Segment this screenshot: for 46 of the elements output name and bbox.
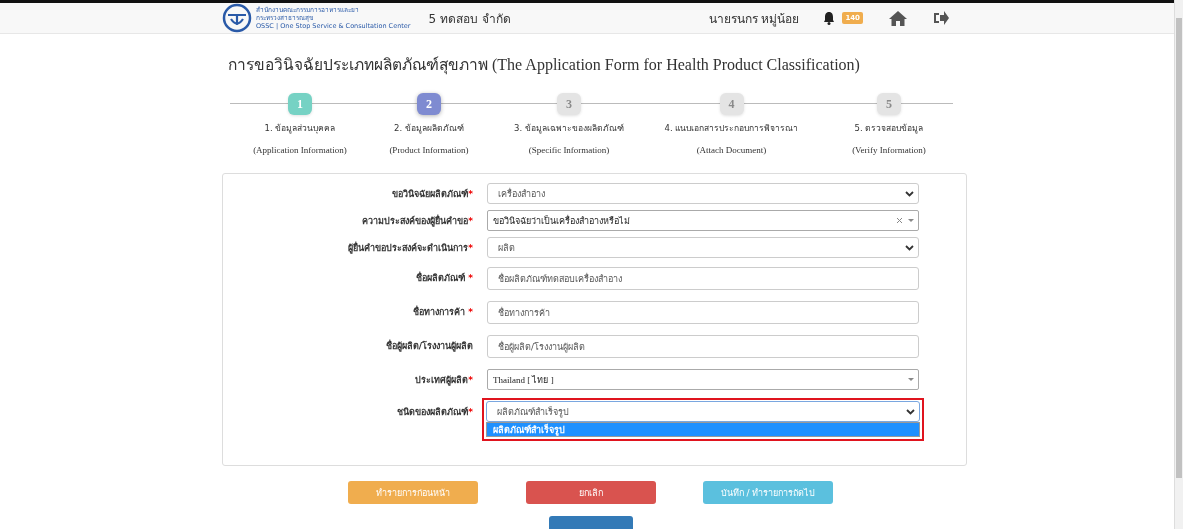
step-sublabel: (Specific Information) — [528, 145, 610, 155]
field-label: ผู้ยื่นคำขอประสงค์จะดำเนินการ* — [347, 240, 473, 255]
page-title: การขอวินิจฉัยประเภทผลิตภัณฑ์สุขภาพ (The Application Form for Health Product Classification) — [228, 55, 861, 77]
step-sublabel: (Attach Document) — [696, 145, 767, 155]
text-field[interactable]: ชื่อผลิตภัณฑ์ทดสอบเครื่องสำอาง — [487, 267, 919, 290]
select-field[interactable]: ผลิต — [487, 237, 919, 258]
step-number[interactable]: 4 — [719, 93, 744, 115]
logo-icon — [222, 3, 252, 33]
step-sublabel: (Product Information) — [389, 145, 469, 155]
company-name: 5 ทดสอบ จำกัด — [428, 10, 511, 28]
bell-icon[interactable] — [823, 11, 836, 25]
caret-down-icon — [908, 219, 914, 222]
text-field[interactable]: ชื่อผู้ผลิต/โรงงานผู้ผลิต — [487, 335, 919, 358]
chevron-down-icon — [905, 190, 914, 197]
field-label: ชื่อทางการค้า * — [412, 304, 473, 319]
select-field[interactable]: ผลิตภัณฑ์สำเร็จรูป — [486, 401, 920, 422]
step-label: 2. ข้อมูลผลิตภัณฑ์ — [394, 122, 464, 135]
combo-field[interactable]: ขอวินิจฉัยว่าเป็นเครื่องสำอางหรือไม่ — [487, 210, 919, 231]
home-icon[interactable] — [889, 10, 907, 26]
field-label: ความประสงค์ของผู้ยื่นคำขอ* — [361, 213, 473, 228]
step-number[interactable]: 3 — [557, 93, 581, 115]
field-label: ขอวินิจฉัยผลิตภัณฑ์* — [391, 187, 473, 201]
select-field[interactable]: เครื่องสำอาง — [487, 183, 919, 204]
chevron-down-icon — [906, 408, 915, 415]
step-label: 3. ข้อมูลเฉพาะของผลิตภัณฑ์ — [514, 122, 624, 135]
caret-down-icon — [908, 378, 914, 381]
user-name: นายรนกร หมู่น้อย — [708, 10, 800, 28]
step-number[interactable]: 2 — [417, 93, 441, 115]
field-label: ชื่อผลิตภัณฑ์ * — [415, 270, 473, 285]
step-label: 4. แนบเอกสารประกอบการพิจารณา — [664, 122, 799, 135]
clear-icon[interactable] — [897, 218, 902, 223]
step-label: 1. ข้อมูลส่วนบุคคล — [264, 122, 336, 135]
field-label: ประเทศผู้ผลิต* — [414, 374, 473, 387]
combo-field[interactable]: Thailand [ ไทย ] — [487, 369, 919, 390]
step-label: 5. ตรวจสอบข้อมูล — [854, 122, 924, 135]
step-sublabel: (Application Information) — [253, 145, 347, 155]
step-sublabel: (Verify Information) — [852, 145, 926, 155]
chevron-down-icon — [905, 244, 914, 251]
field-label: ชื่อผู้ผลิต/โรงงานผู้ผลิต — [384, 338, 473, 353]
action-button[interactable]: ยกเลิก — [525, 481, 656, 504]
step-number[interactable]: 5 — [877, 93, 901, 115]
dropdown-option[interactable]: ผลิตภัณฑ์สำเร็จรูป — [487, 423, 919, 436]
logout-icon[interactable] — [933, 11, 949, 25]
text-field[interactable]: ชื่อทางการค้า — [487, 301, 919, 324]
field-label: ชนิดของผลิตภัณฑ์* — [396, 405, 473, 419]
action-button[interactable]: บันทึก / ทำรายการถัดไป — [703, 481, 833, 504]
